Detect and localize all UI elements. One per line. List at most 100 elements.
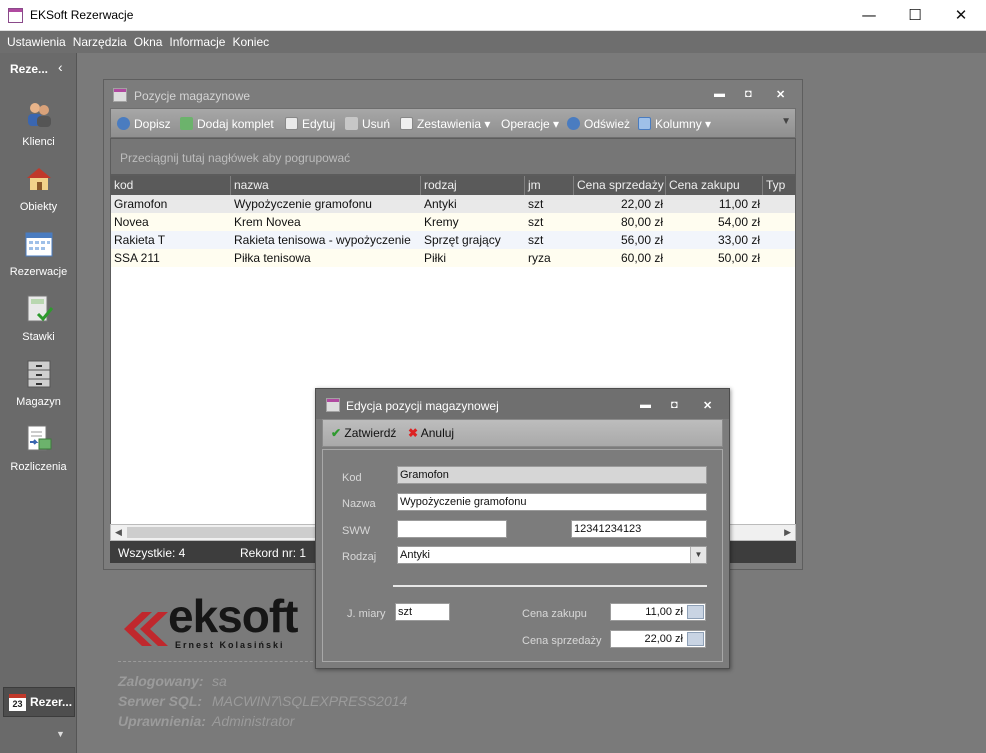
group-by-panel[interactable]: Przeciągnij tutaj nagłówek aby pogrupowa… xyxy=(110,138,796,175)
toolbar-overflow-icon[interactable]: ▼ xyxy=(781,116,791,127)
dialog-close-button[interactable]: ✕ xyxy=(703,399,712,412)
grid-toolbar: Dopisz Dodaj komplet Edytuj Usuń Zestawi… xyxy=(110,108,796,138)
window-title: EKSoft Rezerwacje xyxy=(30,8,134,22)
column-header-typ[interactable]: Typ xyxy=(763,176,795,195)
child-minimize-button[interactable]: ▬ xyxy=(714,88,725,100)
cell-jm: szt xyxy=(528,215,544,229)
nav-item-klienci[interactable]: Klienci xyxy=(0,99,77,148)
kod-field[interactable]: Gramofon xyxy=(397,466,707,484)
cena-zakupu-field[interactable]: 11,00 zł xyxy=(610,603,706,621)
edit-item-dialog: Edycja pozycji magazynowej ▬ ◘ ✕ ✔ Zatwi… xyxy=(315,388,730,669)
odswiez-button[interactable]: Odśwież xyxy=(567,117,630,131)
jm-field[interactable]: szt xyxy=(395,603,450,621)
chevron-down-icon[interactable]: ▼ xyxy=(56,729,65,739)
close-button[interactable]: ✕ xyxy=(938,0,984,31)
dialog-titlebar: Edycja pozycji magazynowej ▬ ◘ ✕ xyxy=(316,389,729,419)
cell-cena-sprzedazy: 22,00 zł xyxy=(620,197,663,211)
column-header-kod[interactable]: kod xyxy=(111,176,231,195)
cell-jm: szt xyxy=(528,233,544,247)
menu-ustawienia[interactable]: Ustawienia xyxy=(0,31,66,49)
permissions-label: Uprawnienia: xyxy=(118,713,206,729)
nav-header[interactable]: Reze... xyxy=(10,62,48,76)
column-header-cena-zakupu[interactable]: Cena zakupu xyxy=(666,176,763,195)
dopisz-button[interactable]: Dopisz xyxy=(117,117,171,131)
cell-cena-zakupu: 50,00 zł xyxy=(717,251,760,265)
logo-subtitle: Ernest Kolasiński xyxy=(175,640,285,650)
table-row[interactable]: SSA 211 Piłka tenisowa Piłki ryza 60,00 … xyxy=(111,249,795,267)
nav-item-label: Rezerwacje xyxy=(9,266,68,278)
operacje-button[interactable]: Operacje ▾ xyxy=(501,117,559,131)
child-maximize-button[interactable]: ◘ xyxy=(745,88,752,100)
nav-item-magazyn[interactable]: Magazyn xyxy=(0,359,77,408)
scroll-left-icon[interactable]: ◀ xyxy=(115,527,122,538)
calculator-icon[interactable] xyxy=(687,632,704,646)
column-header-rodzaj[interactable]: rodzaj xyxy=(421,176,525,195)
app-calendar-icon xyxy=(8,8,23,23)
add-set-icon xyxy=(180,117,193,130)
dialog-minimize-button[interactable]: ▬ xyxy=(640,399,651,411)
ean-field[interactable]: 12341234123 xyxy=(571,520,707,538)
cell-cena-zakupu: 54,00 zł xyxy=(717,215,760,229)
menu-narzedzia[interactable]: Narzędzia xyxy=(66,31,127,49)
dodaj-komplet-button[interactable]: Dodaj komplet xyxy=(180,117,274,131)
cell-cena-sprzedazy: 60,00 zł xyxy=(620,251,663,265)
nav-item-label: Rozliczenia xyxy=(10,461,67,473)
left-navigation: Reze... ‹ Klienci Obiekty Rezerwacje Sta… xyxy=(0,53,77,753)
confirm-button[interactable]: ✔ Zatwierdź xyxy=(331,426,396,440)
nav-bottom-label: Rezer... xyxy=(30,695,73,709)
dialog-toolbar: ✔ Zatwierdź ✖ Anuluj xyxy=(322,419,723,447)
table-row[interactable]: Rakieta T Rakieta tenisowa - wypożyczeni… xyxy=(111,231,795,249)
cell-nazwa: Krem Novea xyxy=(234,215,301,229)
collapse-icon[interactable]: ‹ xyxy=(58,59,63,75)
menu-bar: Ustawienia Narzędzia Okna Informacje Koniec xyxy=(0,31,986,53)
nav-item-rozliczenia[interactable]: Rozliczenia xyxy=(0,424,77,473)
usun-button[interactable]: Usuń xyxy=(345,117,390,131)
column-header-nazwa[interactable]: nazwa xyxy=(231,176,421,195)
nav-bottom-rezerwacje[interactable]: 23 Rezer... xyxy=(3,687,75,717)
cell-nazwa: Rakieta tenisowa - wypożyczenie xyxy=(234,233,411,247)
calculator-icon[interactable] xyxy=(687,605,704,619)
kolumny-button[interactable]: Kolumny ▾ xyxy=(638,117,711,131)
table-row[interactable]: Gramofon Wypożyczenie gramofonu Antyki s… xyxy=(111,195,795,213)
dialog-maximize-button[interactable]: ◘ xyxy=(671,399,678,411)
sww-label: SWW xyxy=(342,525,371,537)
cell-cena-zakupu: 33,00 zł xyxy=(717,233,760,247)
rodzaj-select[interactable]: Antyki ▼ xyxy=(397,546,707,564)
nav-item-label: Stawki xyxy=(22,331,55,343)
refresh-icon xyxy=(567,117,580,130)
cell-cena-sprzedazy: 80,00 zł xyxy=(620,215,663,229)
sww-field[interactable] xyxy=(397,520,507,538)
login-label: Zalogowany: xyxy=(118,673,204,689)
cell-kod: Novea xyxy=(114,215,149,229)
cena-sprzedazy-field[interactable]: 22,00 zł xyxy=(610,630,706,648)
logo-wordmark: eksoft xyxy=(168,590,298,642)
table-row[interactable]: Novea Krem Novea Kremy szt 80,00 zł 54,0… xyxy=(111,213,795,231)
column-header-jm[interactable]: jm xyxy=(525,176,574,195)
divider xyxy=(118,661,318,662)
column-header-cena-sprzedazy[interactable]: Cena sprzedaży xyxy=(574,176,666,195)
calculator-check-icon xyxy=(27,295,53,322)
menu-informacje[interactable]: Informacje xyxy=(162,31,225,49)
cell-cena-zakupu: 11,00 zł xyxy=(718,197,760,211)
nazwa-field[interactable]: Wypożyczenie gramofonu xyxy=(397,493,707,511)
nav-item-obiekty[interactable]: Obiekty xyxy=(0,164,77,213)
nav-item-stawki[interactable]: Stawki xyxy=(0,294,77,343)
minimize-button[interactable]: — xyxy=(846,0,892,31)
menu-okna[interactable]: Okna xyxy=(127,31,163,49)
nazwa-label: Nazwa xyxy=(342,498,376,510)
cell-cena-sprzedazy: 56,00 zł xyxy=(620,233,663,247)
edytuj-button[interactable]: Edytuj xyxy=(285,117,335,131)
dropdown-arrow-icon[interactable]: ▼ xyxy=(690,547,706,563)
nav-item-label: Obiekty xyxy=(19,201,58,213)
child-close-button[interactable]: ✕ xyxy=(776,88,785,101)
menu-koniec[interactable]: Koniec xyxy=(225,31,269,49)
cancel-button[interactable]: ✖ Anuluj xyxy=(408,426,454,440)
nav-item-rezerwacje[interactable]: Rezerwacje xyxy=(0,229,77,278)
check-icon: ✔ xyxy=(331,426,342,440)
cena-sprzedazy-label: Cena sprzedaży xyxy=(522,635,602,647)
scroll-right-icon[interactable]: ▶ xyxy=(784,527,791,538)
cell-kod: SSA 211 xyxy=(114,251,160,265)
maximize-button[interactable]: ☐ xyxy=(892,0,938,31)
zestawienia-button[interactable]: Zestawienia ▾ xyxy=(400,117,490,131)
login-value: sa xyxy=(212,673,227,689)
